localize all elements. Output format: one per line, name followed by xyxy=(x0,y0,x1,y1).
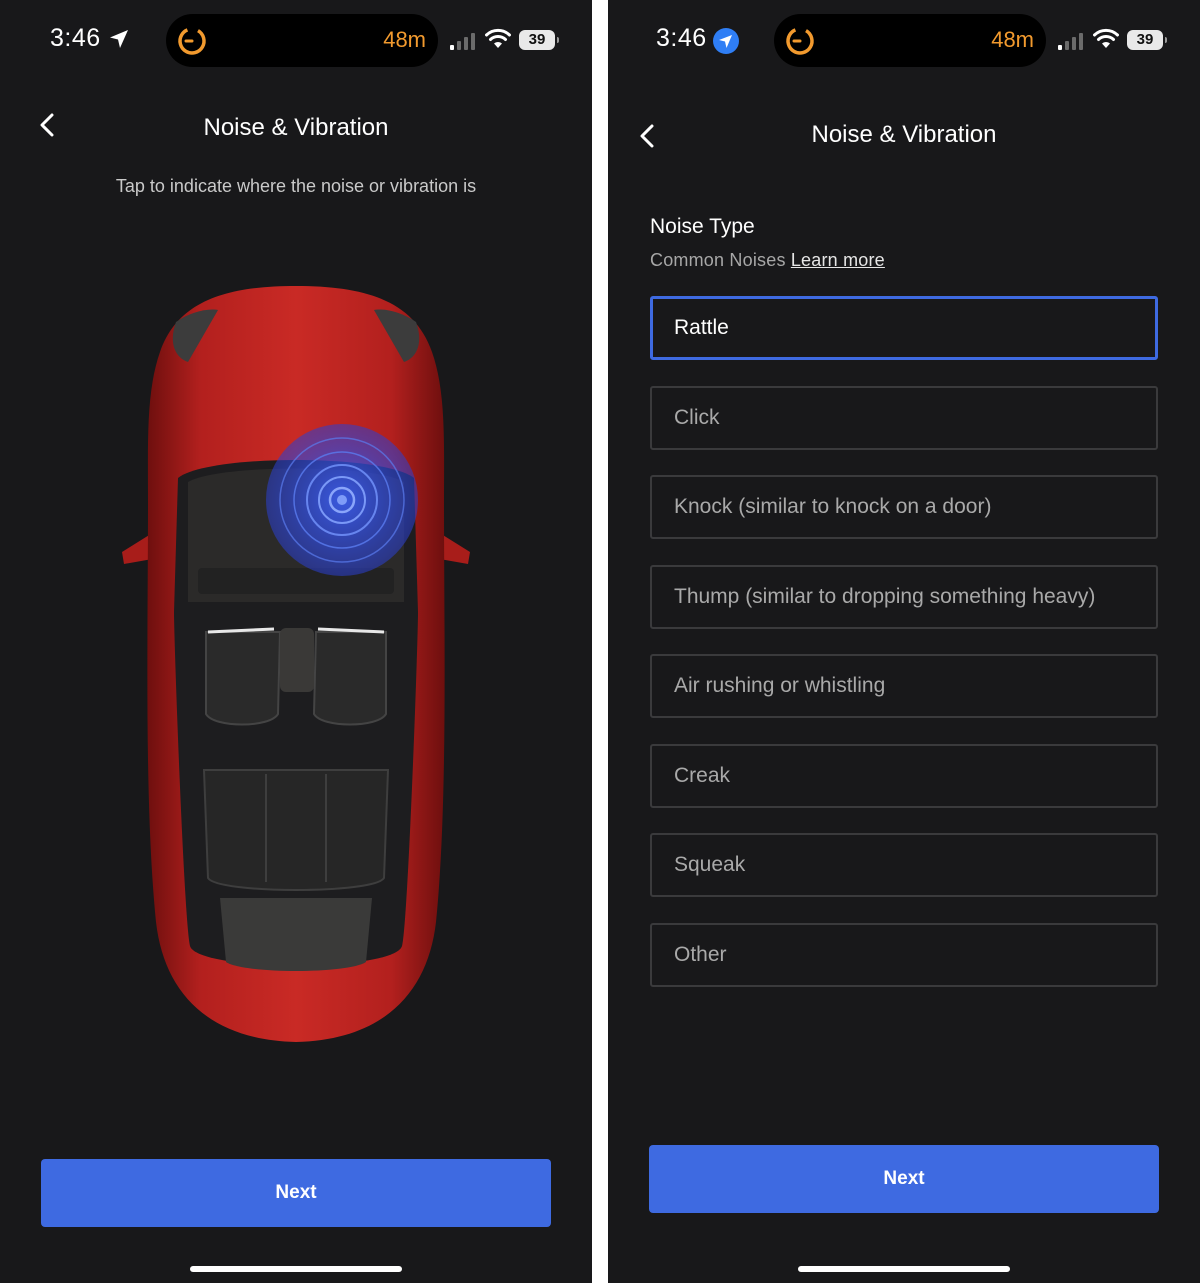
common-noises-label: Common Noises xyxy=(650,250,786,270)
learn-more-link[interactable]: Learn more xyxy=(791,250,885,270)
wifi-icon xyxy=(485,28,511,48)
instruction-text: Tap to indicate where the noise or vibra… xyxy=(115,176,477,196)
home-indicator xyxy=(798,1266,1010,1272)
timer-icon xyxy=(786,27,814,55)
right-screen: 3:46 48m 39 Noise & Vibration Noise Type… xyxy=(608,0,1200,1283)
front-right-seat xyxy=(312,631,387,726)
rear-seats xyxy=(202,769,390,891)
noise-option-click[interactable]: Click xyxy=(650,385,1158,450)
next-button[interactable]: Next xyxy=(41,1159,551,1227)
noise-type-subtitle: Common Noises Learn more xyxy=(650,250,885,271)
front-left-seat xyxy=(205,631,282,726)
left-screen: 3:46 48m 39 Noise & Vibration Tap to ind… xyxy=(0,0,592,1283)
battery-indicator: 39 xyxy=(1127,30,1167,50)
noise-option-thump[interactable]: Thump (similar to dropping something hea… xyxy=(650,564,1158,629)
location-arrow-icon xyxy=(110,30,128,48)
dynamic-island: 48m xyxy=(774,14,1046,67)
rear-window xyxy=(220,898,372,971)
page-title: Noise & Vibration xyxy=(203,114,389,141)
battery-indicator: 39 xyxy=(519,30,559,50)
noise-option-creak[interactable]: Creak xyxy=(650,743,1158,808)
timer-text: 48m xyxy=(383,27,426,52)
noise-option-other[interactable]: Other xyxy=(650,922,1158,987)
noise-type-heading: Noise Type xyxy=(650,215,755,238)
wifi-icon xyxy=(1093,28,1119,48)
noise-option-rattle[interactable]: Rattle xyxy=(650,296,1158,360)
cellular-signal-icon xyxy=(1058,32,1086,50)
status-time: 3:46 xyxy=(50,24,101,52)
dynamic-island: 48m xyxy=(166,14,438,67)
home-indicator xyxy=(190,1266,402,1272)
noise-option-squeak[interactable]: Squeak xyxy=(650,833,1158,897)
noise-option-air[interactable]: Air rushing or whistling xyxy=(650,654,1158,718)
noise-type-options: Rattle Click Knock (similar to knock on a … xyxy=(650,296,1158,1012)
next-button[interactable]: Next xyxy=(649,1145,1159,1213)
car-diagram[interactable] xyxy=(118,282,474,1046)
timer-text: 48m xyxy=(991,27,1034,52)
noise-location-marker[interactable] xyxy=(266,424,418,576)
noise-option-knock[interactable]: Knock (similar to knock on a door) xyxy=(650,475,1158,539)
timer-icon xyxy=(178,27,206,55)
page-title: Noise & Vibration xyxy=(811,121,997,148)
location-arrow-icon xyxy=(713,28,739,54)
cellular-signal-icon xyxy=(450,32,478,50)
status-time: 3:46 xyxy=(656,24,707,52)
center-console xyxy=(280,628,314,692)
